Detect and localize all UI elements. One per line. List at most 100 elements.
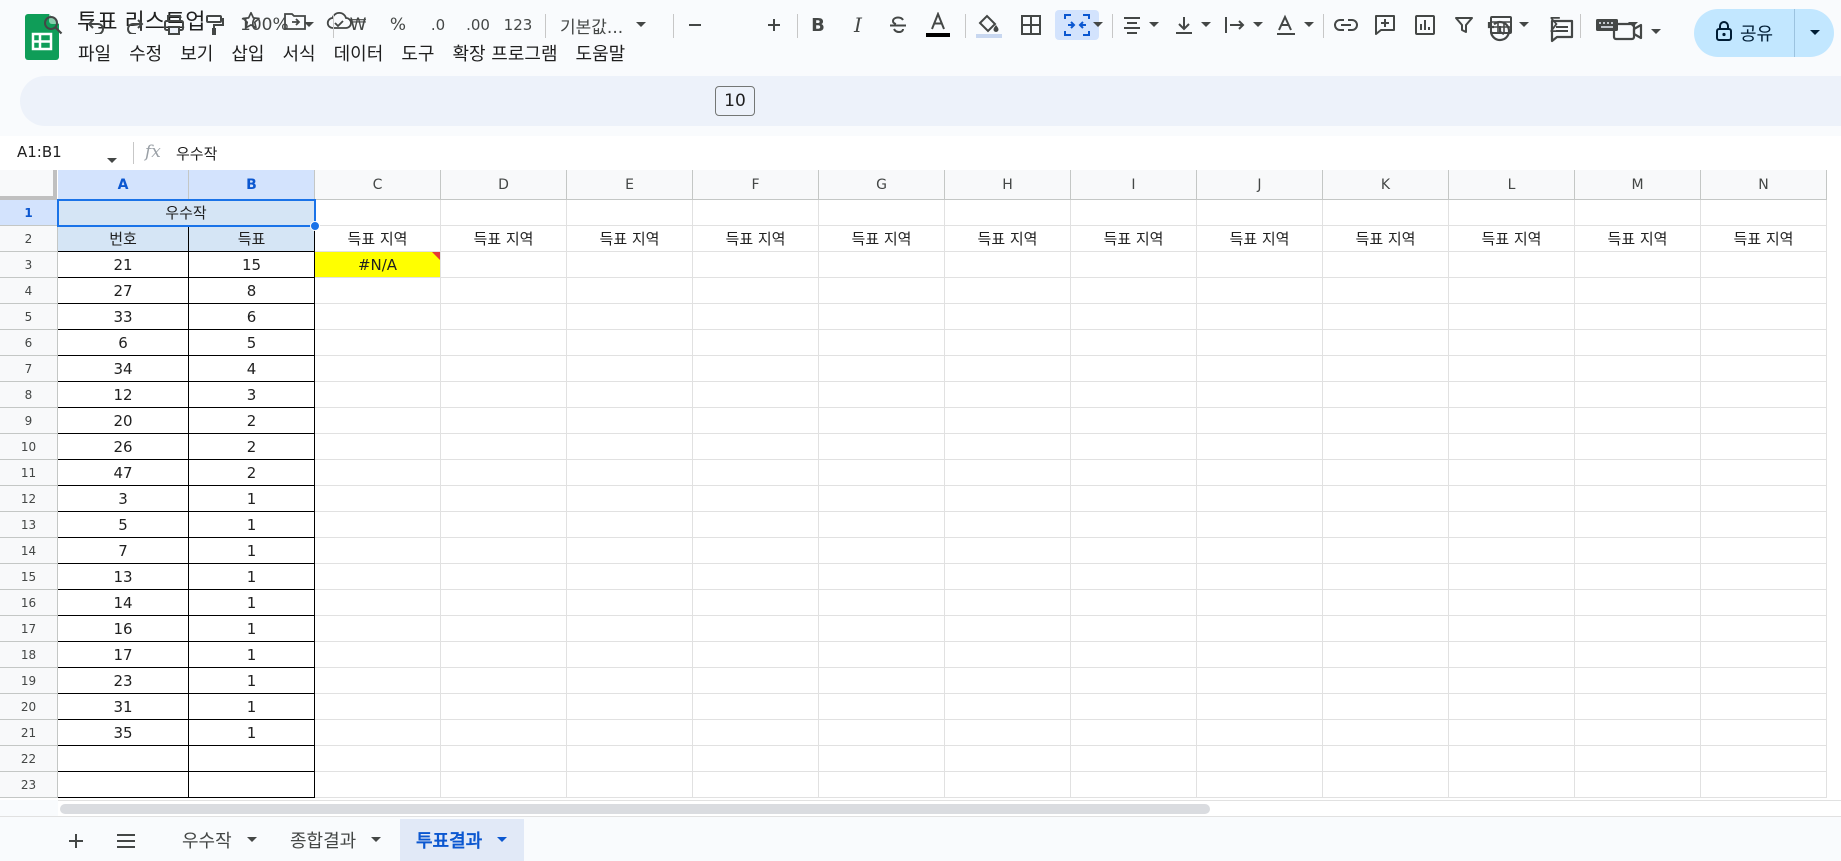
grid-cell[interactable] xyxy=(819,200,945,226)
grid-cell[interactable] xyxy=(819,382,945,408)
grid-cell[interactable] xyxy=(315,772,441,798)
grid-cell[interactable] xyxy=(1575,564,1701,590)
grid-cell[interactable] xyxy=(1575,668,1701,694)
grid-cell[interactable] xyxy=(1575,252,1701,278)
grid-cell[interactable] xyxy=(441,460,567,486)
grid-cell[interactable] xyxy=(1701,564,1827,590)
grid-cell[interactable] xyxy=(1197,668,1323,694)
table-views-icon[interactable] xyxy=(1488,10,1532,40)
grid-cell[interactable] xyxy=(1071,434,1197,460)
grid-cell[interactable] xyxy=(441,356,567,382)
grid-cell[interactable] xyxy=(315,382,441,408)
column-header[interactable]: H xyxy=(945,170,1071,200)
menu-help[interactable]: 도움말 xyxy=(567,38,635,68)
grid-cell[interactable] xyxy=(1575,642,1701,668)
grid-cell[interactable] xyxy=(693,746,819,772)
sheet-tab-3-active[interactable]: 투표결과 xyxy=(400,819,525,861)
row-header[interactable]: 6 xyxy=(0,330,58,356)
input-tools-icon[interactable] xyxy=(1590,10,1644,40)
column-header[interactable]: I xyxy=(1071,170,1197,200)
grid-cell[interactable] xyxy=(1071,460,1197,486)
grid-cell[interactable] xyxy=(1701,642,1827,668)
number-cell[interactable]: 14 xyxy=(58,590,189,616)
grid-cell[interactable] xyxy=(567,382,693,408)
grid-cell[interactable] xyxy=(315,304,441,330)
grid-cell[interactable] xyxy=(441,278,567,304)
grid-cell[interactable] xyxy=(567,434,693,460)
grid-cell[interactable] xyxy=(315,564,441,590)
grid-cell[interactable] xyxy=(1197,642,1323,668)
grid-cell[interactable] xyxy=(1701,434,1827,460)
grid-cell[interactable] xyxy=(1449,512,1575,538)
formula-input[interactable]: 우수작 xyxy=(176,143,217,164)
text-wrapping-icon[interactable] xyxy=(1223,10,1265,40)
grid-cell[interactable] xyxy=(1575,278,1701,304)
column-header[interactable]: K xyxy=(1323,170,1449,200)
grid-cell[interactable] xyxy=(1575,434,1701,460)
merge-dropdown-icon[interactable] xyxy=(1090,10,1106,40)
grid-cell[interactable] xyxy=(1323,590,1449,616)
grid-cell[interactable] xyxy=(1701,668,1827,694)
grid-cell[interactable] xyxy=(567,486,693,512)
grid-cell[interactable] xyxy=(1449,746,1575,772)
number-cell[interactable]: 35 xyxy=(58,720,189,746)
number-cell[interactable]: 23 xyxy=(58,668,189,694)
number-cell[interactable]: 20 xyxy=(58,408,189,434)
redo-icon[interactable] xyxy=(122,10,148,40)
grid-cell[interactable] xyxy=(315,642,441,668)
grid-cell[interactable] xyxy=(1071,720,1197,746)
votes-cell[interactable]: 1 xyxy=(189,590,315,616)
grid-cell[interactable] xyxy=(1701,772,1827,798)
grid-cell[interactable] xyxy=(693,330,819,356)
grid-cell[interactable] xyxy=(1575,408,1701,434)
grid-cell[interactable] xyxy=(819,616,945,642)
grid-cell[interactable] xyxy=(945,278,1071,304)
grid-cell[interactable] xyxy=(1197,564,1323,590)
number-cell[interactable]: 34 xyxy=(58,356,189,382)
zoom-select[interactable]: 100% xyxy=(240,10,320,40)
number-cell[interactable]: 6 xyxy=(58,330,189,356)
region-header-cell[interactable]: 득표 지역 xyxy=(1449,226,1575,252)
grid-cell[interactable] xyxy=(1323,486,1449,512)
grid-cell[interactable] xyxy=(1449,460,1575,486)
grid-cell[interactable] xyxy=(567,252,693,278)
grid-cell[interactable] xyxy=(567,304,693,330)
grid-cell[interactable] xyxy=(1449,278,1575,304)
row-header[interactable]: 5 xyxy=(0,304,58,330)
votes-cell[interactable]: 1 xyxy=(189,642,315,668)
grid-cell[interactable] xyxy=(1071,408,1197,434)
grid-cell[interactable] xyxy=(1701,512,1827,538)
grid-cell[interactable] xyxy=(693,200,819,226)
menu-file[interactable]: 파일 xyxy=(69,38,120,68)
grid-cell[interactable] xyxy=(315,460,441,486)
grid-cell[interactable] xyxy=(441,668,567,694)
grid-cell[interactable] xyxy=(819,304,945,330)
print-icon[interactable] xyxy=(161,10,187,40)
grid-cell[interactable] xyxy=(1197,330,1323,356)
number-cell[interactable]: 12 xyxy=(58,382,189,408)
region-header-cell[interactable]: 득표 지역 xyxy=(1071,226,1197,252)
grid-cell[interactable] xyxy=(945,382,1071,408)
grid-cell[interactable] xyxy=(693,304,819,330)
grid-cell[interactable] xyxy=(315,746,441,772)
grid-cell[interactable] xyxy=(819,330,945,356)
number-cell[interactable]: 5 xyxy=(58,512,189,538)
number-cell[interactable]: 16 xyxy=(58,616,189,642)
grid-cell[interactable] xyxy=(945,694,1071,720)
search-menus-icon[interactable] xyxy=(40,10,66,40)
grid-cell[interactable] xyxy=(567,590,693,616)
votes-cell[interactable]: 1 xyxy=(189,564,315,590)
grid-cell[interactable] xyxy=(441,382,567,408)
grid-cell[interactable] xyxy=(567,720,693,746)
horizontal-scrollbar[interactable] xyxy=(58,800,1841,816)
grid-cell[interactable] xyxy=(945,252,1071,278)
grid-cell[interactable] xyxy=(693,382,819,408)
column-header[interactable]: C xyxy=(315,170,441,200)
region-header-cell[interactable]: 득표 지역 xyxy=(441,226,567,252)
column-header[interactable]: L xyxy=(1449,170,1575,200)
region-header-cell[interactable]: 득표 지역 xyxy=(945,226,1071,252)
row-header[interactable]: 1 xyxy=(0,200,58,226)
grid-cell[interactable] xyxy=(1197,278,1323,304)
font-size-input[interactable]: 10 xyxy=(715,86,755,116)
name-box-dropdown-icon[interactable] xyxy=(106,150,118,169)
